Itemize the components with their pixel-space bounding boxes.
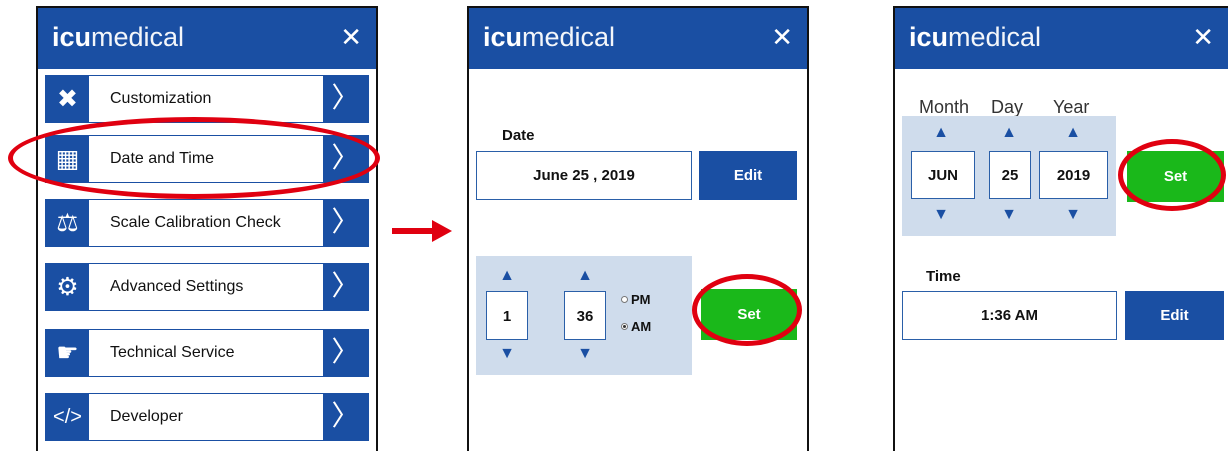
- date-label: Date: [502, 127, 535, 144]
- day-down-arrow-icon[interactable]: ▼: [999, 207, 1019, 223]
- menu-item-customization[interactable]: ✖ Customization 〉: [45, 75, 369, 123]
- menu-item-advanced-settings[interactable]: ⚙ Advanced Settings 〉: [45, 263, 369, 311]
- hour-field[interactable]: 1: [486, 291, 528, 340]
- flow-arrow-icon: [392, 220, 452, 242]
- pm-label: PM: [631, 292, 651, 307]
- pm-radio[interactable]: PM: [621, 292, 651, 307]
- header-bar: icumedical ✕: [38, 8, 376, 69]
- month-down-arrow-icon[interactable]: ▼: [931, 207, 951, 223]
- minute-down-arrow-icon[interactable]: ▼: [575, 346, 595, 362]
- hour-down-arrow-icon[interactable]: ▼: [497, 346, 517, 362]
- chevron-right-icon[interactable]: 〉: [323, 264, 368, 310]
- edit-date-button[interactable]: Edit: [699, 151, 797, 200]
- year-up-arrow-icon[interactable]: ▲: [1063, 125, 1083, 141]
- month-field[interactable]: JUN: [911, 151, 975, 199]
- chevron-right-icon[interactable]: 〉: [323, 394, 368, 440]
- date-time-panel: icumedical ✕ Date June 25 , 2019 Edit ▲ …: [467, 6, 809, 451]
- close-icon[interactable]: ✕: [1192, 22, 1214, 52]
- date-display: June 25 , 2019: [476, 151, 692, 200]
- set-date-button[interactable]: Set: [1127, 151, 1224, 202]
- minute-field[interactable]: 36: [564, 291, 606, 340]
- hour-up-arrow-icon[interactable]: ▲: [497, 268, 517, 284]
- menu-item-label: Advanced Settings: [110, 278, 244, 295]
- calendar-clock-icon: ▦: [46, 136, 89, 182]
- header-bar: icumedical ✕: [895, 8, 1228, 69]
- code-icon: </>: [46, 394, 89, 440]
- chevron-right-icon[interactable]: 〉: [323, 136, 368, 182]
- year-column-label: Year: [1053, 97, 1090, 117]
- radio-icon: [621, 296, 628, 303]
- menu-item-label: Developer: [110, 408, 183, 425]
- menu-item-label: Technical Service: [110, 344, 235, 361]
- tools-icon: ✖: [46, 76, 89, 122]
- menu-item-label: Scale Calibration Check: [110, 214, 281, 231]
- chevron-right-icon[interactable]: 〉: [323, 76, 368, 122]
- set-time-button[interactable]: Set: [701, 289, 797, 340]
- menu-item-technical-service[interactable]: ☛ Technical Service 〉: [45, 329, 369, 377]
- header-bar: icumedical ✕: [469, 8, 807, 69]
- date-edit-panel: icumedical ✕ Month Day Year ▲ JUN ▼ ▲ 25…: [893, 6, 1228, 451]
- menu-item-date-and-time[interactable]: ▦ Date and Time 〉: [45, 135, 369, 183]
- edit-time-button[interactable]: Edit: [1125, 291, 1224, 340]
- close-icon[interactable]: ✕: [340, 22, 362, 52]
- menu-item-scale-calibration-check[interactable]: ⚖ Scale Calibration Check 〉: [45, 199, 369, 247]
- icumedical-logo: icumedical: [483, 22, 616, 52]
- gears-icon: ⚙: [46, 264, 89, 310]
- year-down-arrow-icon[interactable]: ▼: [1063, 207, 1083, 223]
- date-spinner: ▲ JUN ▼ ▲ 25 ▼ ▲ 2019 ▼: [902, 116, 1116, 236]
- close-icon[interactable]: ✕: [771, 22, 793, 52]
- year-field[interactable]: 2019: [1039, 151, 1108, 199]
- minute-up-arrow-icon[interactable]: ▲: [575, 268, 595, 284]
- am-label: AM: [631, 319, 652, 334]
- menu-item-developer[interactable]: </> Developer 〉: [45, 393, 369, 441]
- day-up-arrow-icon[interactable]: ▲: [999, 125, 1019, 141]
- day-column-label: Day: [991, 97, 1024, 117]
- menu-item-label: Date and Time: [110, 150, 215, 167]
- hand-gear-icon: ☛: [46, 330, 89, 376]
- chevron-right-icon[interactable]: 〉: [323, 330, 368, 376]
- day-field[interactable]: 25: [989, 151, 1031, 199]
- settings-menu-panel: icumedical ✕ ✖ Customization 〉 ▦ Date an…: [36, 6, 378, 451]
- month-up-arrow-icon[interactable]: ▲: [931, 125, 951, 141]
- icumedical-logo: icumedical: [909, 22, 1042, 52]
- chevron-right-icon[interactable]: 〉: [323, 200, 368, 246]
- menu-item-label: Customization: [110, 90, 212, 107]
- month-column-label: Month: [919, 97, 970, 117]
- am-radio[interactable]: AM: [621, 319, 651, 334]
- scale-icon: ⚖: [46, 200, 89, 246]
- time-display: 1:36 AM: [902, 291, 1117, 340]
- time-label: Time: [926, 268, 961, 285]
- icumedical-logo: icumedical: [52, 22, 185, 52]
- radio-selected-icon: [621, 323, 628, 330]
- time-spinner: ▲ 1 ▼ ▲ 36 ▼ PM AM: [476, 256, 692, 375]
